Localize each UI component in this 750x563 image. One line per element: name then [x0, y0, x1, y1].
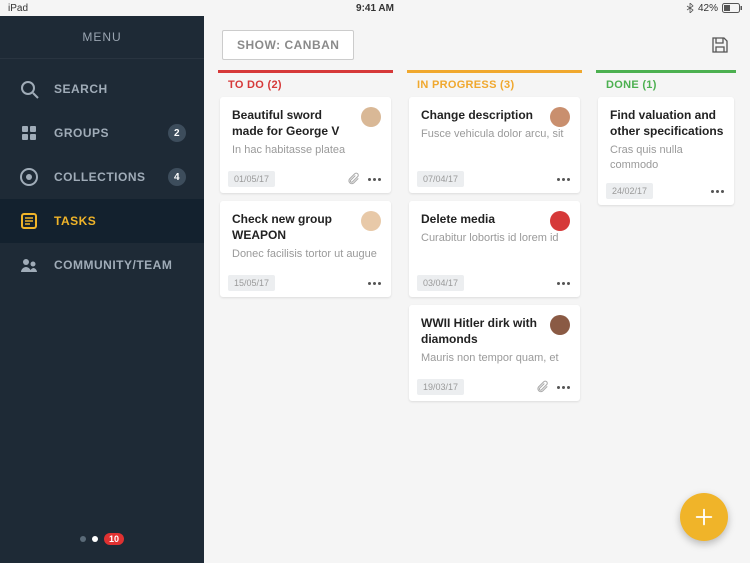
- nav-badge: 2: [168, 124, 186, 142]
- main: SHOW: CANBAN TO DO (2)Beautiful sword ma…: [204, 16, 750, 563]
- task-card[interactable]: WWII Hitler dirk with diamonds Mauris non…: [409, 305, 580, 401]
- pager-dot[interactable]: [80, 536, 86, 542]
- nav-item-community[interactable]: COMMUNITY/TEAM: [0, 243, 204, 287]
- card-title: Change description: [421, 107, 568, 123]
- more-icon[interactable]: [709, 188, 726, 195]
- nav-item-collections[interactable]: COLLECTIONS4: [0, 155, 204, 199]
- column-header: TO DO (2): [218, 70, 393, 97]
- column-progress: IN PROGRESS (3) Change description Fusce v…: [407, 70, 582, 549]
- add-button[interactable]: [680, 493, 728, 541]
- bluetooth-icon: [686, 3, 694, 13]
- nav-item-tasks[interactable]: TASKS: [0, 199, 204, 243]
- tasks-icon: [18, 210, 40, 232]
- column-done: DONE (1)Find valuation and other specifi…: [596, 70, 736, 549]
- nav: SEARCHGROUPS2COLLECTIONS4TASKSCOMMUNITY/…: [0, 59, 204, 515]
- nav-label: COLLECTIONS: [54, 170, 168, 184]
- more-icon[interactable]: [555, 176, 572, 183]
- column-header: DONE (1): [596, 70, 736, 97]
- nav-item-search[interactable]: SEARCH: [0, 67, 204, 111]
- more-icon[interactable]: [366, 280, 383, 287]
- card-subtitle: Cras quis nulla commodo: [610, 143, 726, 173]
- clock: 9:41 AM: [356, 3, 394, 14]
- search-icon: [18, 78, 40, 100]
- card-title: Check new group WEAPON: [232, 211, 379, 243]
- avatar: [361, 107, 381, 127]
- nav-label: COMMUNITY/TEAM: [54, 258, 186, 272]
- date-chip: 01/05/17: [228, 171, 275, 187]
- nav-label: TASKS: [54, 214, 186, 228]
- menu-header: MENU: [0, 16, 204, 59]
- battery-pct: 42%: [698, 3, 718, 14]
- collections-icon: [18, 166, 40, 188]
- card-title: Find valuation and other specifications: [610, 107, 726, 139]
- groups-icon: [18, 122, 40, 144]
- attachment-icon: [346, 172, 360, 186]
- date-chip: 19/03/17: [417, 379, 464, 395]
- attachment-icon: [535, 380, 549, 394]
- kanban-board: TO DO (2)Beautiful sword made for George…: [204, 70, 750, 563]
- sidebar: MENU SEARCHGROUPS2COLLECTIONS4TASKSCOMMU…: [0, 16, 204, 563]
- nav-badge: 4: [168, 168, 186, 186]
- date-chip: 15/05/17: [228, 275, 275, 291]
- pager[interactable]: 10: [0, 515, 204, 563]
- column-header: IN PROGRESS (3): [407, 70, 582, 97]
- date-chip: 03/04/17: [417, 275, 464, 291]
- community-icon: [18, 254, 40, 276]
- task-card[interactable]: Find valuation and other specifications C…: [598, 97, 734, 205]
- task-card[interactable]: Beautiful sword made for George V In hac …: [220, 97, 391, 193]
- nav-item-groups[interactable]: GROUPS2: [0, 111, 204, 155]
- card-subtitle: Mauris non tempor quam, et: [421, 351, 568, 366]
- card-title: WWII Hitler dirk with diamonds: [421, 315, 568, 347]
- card-subtitle: Curabitur lobortis id lorem id: [421, 231, 568, 246]
- column-todo: TO DO (2)Beautiful sword made for George…: [218, 70, 393, 549]
- status-right: 42%: [686, 3, 742, 14]
- battery-icon: [722, 3, 742, 13]
- card-title: Beautiful sword made for George V: [232, 107, 379, 139]
- card-title: Delete media: [421, 211, 568, 227]
- show-mode-button[interactable]: SHOW: CANBAN: [222, 30, 354, 60]
- task-card[interactable]: Change description Fusce vehicula dolor a…: [409, 97, 580, 193]
- card-subtitle: In hac habitasse platea: [232, 143, 379, 158]
- more-icon[interactable]: [555, 384, 572, 391]
- card-subtitle: Donec facilisis tortor ut augue: [232, 247, 379, 262]
- topbar: SHOW: CANBAN: [204, 16, 750, 70]
- more-icon[interactable]: [555, 280, 572, 287]
- save-icon: [711, 36, 729, 54]
- plus-icon: [693, 506, 715, 528]
- task-card[interactable]: Check new group WEAPON Donec facilisis to…: [220, 201, 391, 297]
- nav-label: SEARCH: [54, 82, 186, 96]
- avatar: [361, 211, 381, 231]
- pager-badge: 10: [104, 533, 124, 545]
- avatar: [550, 315, 570, 335]
- pager-dot-active[interactable]: [92, 536, 98, 542]
- card-subtitle: Fusce vehicula dolor arcu, sit: [421, 127, 568, 142]
- date-chip: 07/04/17: [417, 171, 464, 187]
- date-chip: 24/02/17: [606, 183, 653, 199]
- task-card[interactable]: Delete media Curabitur lobortis id lorem …: [409, 201, 580, 297]
- save-button[interactable]: [708, 33, 732, 57]
- status-bar: iPad 9:41 AM 42%: [0, 0, 750, 16]
- avatar: [550, 211, 570, 231]
- avatar: [550, 107, 570, 127]
- device-label: iPad: [8, 3, 28, 14]
- more-icon[interactable]: [366, 176, 383, 183]
- nav-label: GROUPS: [54, 126, 168, 140]
